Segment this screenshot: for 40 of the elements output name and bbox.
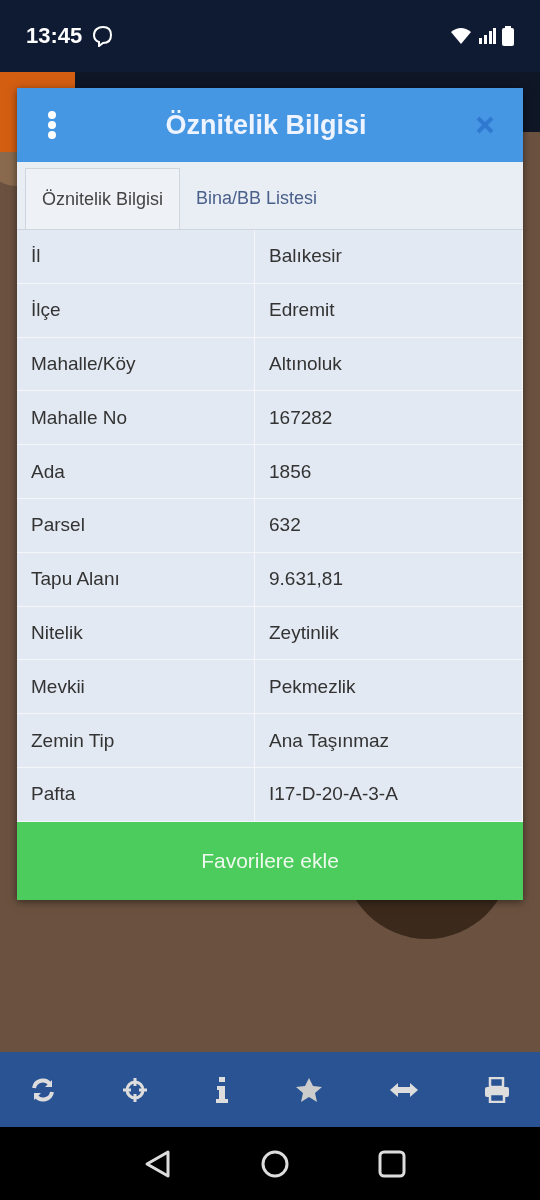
table-cell: 632 xyxy=(255,499,523,553)
table-cell: Ada xyxy=(17,445,255,499)
printer-icon[interactable] xyxy=(483,1076,510,1103)
back-icon[interactable] xyxy=(144,1148,173,1179)
refresh-icon[interactable] xyxy=(30,1076,56,1103)
clock-time: 13:45 xyxy=(26,23,83,49)
table-cell: Pekmezlik xyxy=(255,660,523,715)
star-icon[interactable] xyxy=(295,1076,324,1103)
table-cell: İl xyxy=(17,230,255,284)
table-cell: Zemin Tip xyxy=(17,714,255,768)
table-cell: Parsel xyxy=(17,499,255,553)
table-cell: Tapu Alanı xyxy=(17,552,255,607)
battery-icon xyxy=(502,26,514,46)
crosshair-icon[interactable] xyxy=(122,1076,149,1103)
home-icon[interactable] xyxy=(261,1149,289,1178)
table-cell: Balıkesir xyxy=(255,230,523,284)
table-cell: 9.631,81 xyxy=(255,552,523,607)
tab[interactable]: Öznitelik Bilgisi xyxy=(25,168,181,229)
table-cell: Altınoluk xyxy=(255,337,523,392)
resize-arrows-icon[interactable] xyxy=(389,1081,418,1098)
table-cell: İlçe xyxy=(17,283,255,338)
signal-icon xyxy=(478,28,496,44)
table-cell: Nitelik xyxy=(17,606,255,661)
table-cell: Mahalle No xyxy=(17,391,255,446)
info-icon[interactable] xyxy=(214,1076,229,1103)
menu-icon[interactable] xyxy=(47,110,57,140)
table-cell: Ana Taşınmaz xyxy=(255,714,523,768)
tab[interactable]: Bina/BB Listesi xyxy=(180,168,334,229)
wifi-icon xyxy=(450,27,472,45)
recents-icon[interactable] xyxy=(377,1149,406,1178)
table-cell: Pafta xyxy=(17,767,255,822)
table-cell: Edremit xyxy=(255,283,523,338)
table-cell: Zeytinlik xyxy=(255,606,523,661)
table-cell: Mevkii xyxy=(17,660,255,715)
chat-bubble-icon xyxy=(92,25,115,47)
table-cell: 167282 xyxy=(255,391,523,446)
table-cell: Mahalle/Köy xyxy=(17,337,255,392)
dialog-title: Öznitelik Bilgisi xyxy=(164,109,368,141)
table-cell: 1856 xyxy=(255,445,523,499)
table-cell: I17-D-20-A-3-A xyxy=(255,767,523,822)
